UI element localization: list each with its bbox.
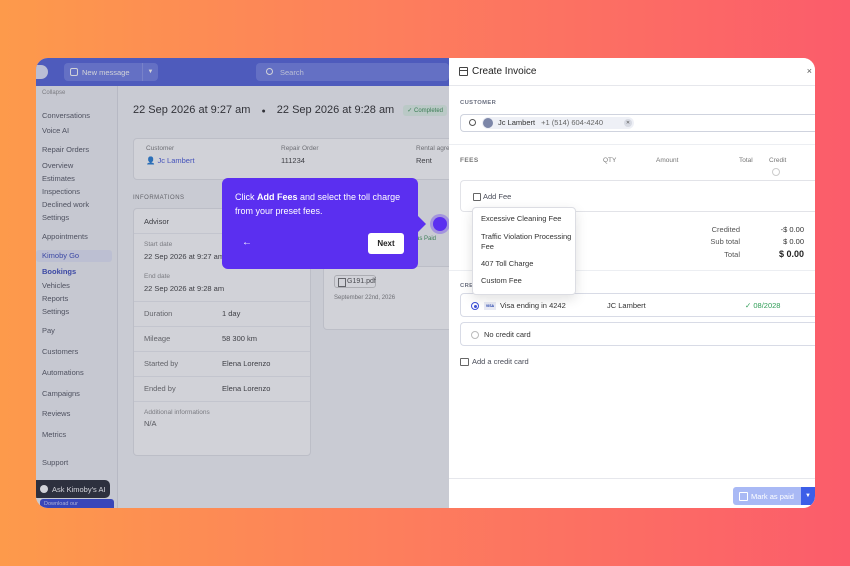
divider: [449, 144, 815, 145]
panel-header: Create Invoice ×: [449, 58, 815, 86]
avatar: [483, 118, 493, 128]
next-button[interactable]: Next: [368, 233, 404, 254]
tooltip-pre: Click: [235, 192, 257, 202]
remove-icon[interactable]: ✕: [624, 119, 632, 127]
card-text: Visa ending in 4242: [500, 301, 566, 310]
tooltip-caret: [418, 216, 426, 232]
menu-item-toll-charge[interactable]: 407 Toll Charge: [481, 259, 573, 269]
tooltip-bold: Add Fees: [257, 192, 298, 202]
card-holder: JC Lambert: [607, 301, 646, 310]
radio-selected[interactable]: [471, 302, 479, 310]
radio-unselected[interactable]: [471, 331, 479, 339]
menu-item-custom-fee[interactable]: Custom Fee: [481, 276, 573, 286]
close-icon[interactable]: ×: [807, 66, 812, 76]
chip-customer-name: Jc Lambert: [498, 118, 536, 127]
hotspot-beacon[interactable]: [433, 217, 447, 231]
qty-header: QTY: [603, 157, 617, 164]
card-option-none[interactable]: No credit card: [460, 322, 815, 346]
total-label: Total: [724, 250, 740, 259]
tooltip-text: Click Add Fees and select the toll charg…: [235, 190, 405, 218]
mark-as-paid-button[interactable]: Mark as paid: [733, 487, 801, 505]
calendar-icon: [459, 67, 468, 76]
customer-chip[interactable]: Jc Lambert +1 (514) 604-4240 ✕: [482, 117, 634, 129]
card-option-visa[interactable]: VISA Visa ending in 4242 JC Lambert ✓ 08…: [460, 293, 815, 317]
app-window: New message ▼ Search Collapse Conversati…: [36, 58, 815, 508]
chip-customer-phone: +1 (514) 604-4240: [541, 118, 604, 127]
onboarding-tooltip: Click Add Fees and select the toll charg…: [222, 178, 418, 269]
fee-options-menu: Excessive Cleaning Fee Traffic Violation…: [472, 207, 576, 295]
fees-header: FEES: [460, 157, 479, 164]
add-credit-card-button[interactable]: Add a credit card: [460, 357, 529, 366]
customer-field[interactable]: Jc Lambert +1 (514) 604-4240 ✕: [460, 114, 815, 132]
menu-item-excessive-cleaning[interactable]: Excessive Cleaning Fee: [481, 214, 573, 224]
credited-label: Credited: [711, 225, 740, 234]
total-value: $ 0.00: [778, 249, 804, 259]
visa-icon: VISA: [484, 302, 496, 310]
subtotal-value: $ 0.00: [783, 237, 804, 246]
total-header: Total: [739, 157, 753, 164]
credit-header: Credit: [769, 157, 787, 164]
panel-footer: Mark as paid ▼: [449, 478, 815, 508]
subtotal-label: Sub total: [710, 237, 740, 246]
no-credit-card-label: No credit card: [484, 330, 531, 339]
card-expiry: ✓ 08/2028: [745, 301, 781, 310]
panel-title: Create Invoice: [472, 66, 537, 77]
chevron-down-icon[interactable]: ▼: [801, 487, 815, 505]
back-arrow-icon[interactable]: ←: [242, 236, 252, 250]
dim-overlay: [36, 58, 449, 508]
credited-value: -$ 0.00: [780, 225, 804, 234]
credit-checkbox[interactable]: [772, 168, 780, 176]
customer-section-label: CUSTOMER: [460, 100, 497, 106]
search-icon: [469, 119, 476, 126]
add-fee-button[interactable]: Add Fee: [473, 192, 511, 201]
menu-item-traffic-violation[interactable]: Traffic Violation Processing Fee: [481, 232, 573, 252]
amount-header: Amount: [656, 157, 679, 164]
